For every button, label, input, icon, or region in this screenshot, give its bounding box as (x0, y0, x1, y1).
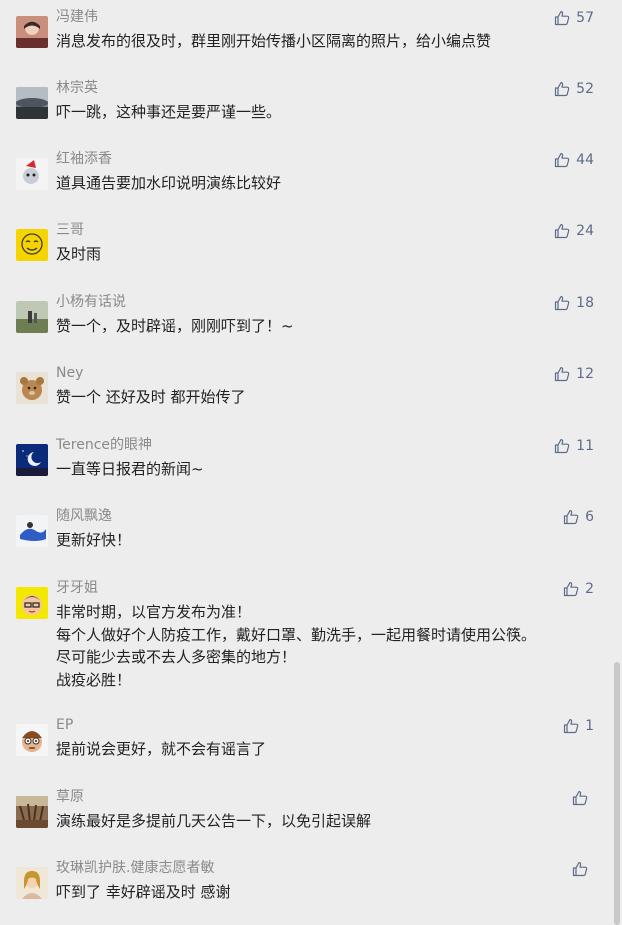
comment-text-line: 消息发布的很及时，群里刚开始传播小区隔离的照片，给小编点赞 (56, 32, 492, 50)
comment-author[interactable]: Ney (56, 365, 83, 381)
comment-text: 演练最好是多提前几天公告一下，以免引起误解 (56, 810, 596, 833)
thumbs-up-icon (563, 510, 579, 525)
like-button[interactable]: 57 (554, 8, 594, 28)
thumbs-up-icon (555, 11, 570, 26)
user-avatar[interactable] (16, 587, 48, 619)
comment-author[interactable]: 牙牙姐 (56, 580, 98, 596)
user-avatar[interactable] (16, 158, 48, 190)
comment-text-line: 吓到了 幸好辟谣及时 感谢 (56, 883, 231, 901)
comment-text-line: 吓一跳，这种事还是要严谨一些。 (56, 103, 282, 121)
user-avatar[interactable] (16, 87, 48, 119)
thumbs-up-icon (555, 82, 570, 97)
like-button[interactable]: 11 (554, 436, 594, 456)
thumbs-up-icon (555, 153, 570, 168)
like-count: 57 (576, 10, 594, 26)
like-count: 44 (576, 152, 594, 168)
comment-text: 及时雨 (56, 243, 596, 266)
user-avatar[interactable] (16, 444, 48, 476)
comment-text-line: 及时雨 (56, 245, 102, 263)
user-avatar[interactable] (16, 515, 48, 547)
comment-text: 消息发布的很及时，群里刚开始传播小区隔离的照片，给小编点赞 (56, 30, 596, 53)
thumbs-up-icon (555, 296, 570, 311)
comment-author[interactable]: 草原 (56, 789, 84, 805)
comment-author[interactable]: 随风飘逸 (56, 508, 112, 524)
comment-author[interactable]: 林宗英 (56, 80, 98, 96)
thumbs-up-icon (555, 439, 570, 454)
like-button[interactable]: 12 (554, 364, 594, 384)
comment-author[interactable]: Terence的眼神 (56, 437, 152, 453)
comment-text-line: 更新好快！ (56, 531, 132, 549)
comment-author[interactable]: 三哥 (56, 222, 84, 238)
comment-text: 提前说会更好，就不会有谣言了 (56, 738, 596, 761)
thumbs-up-icon (555, 224, 570, 239)
comment-author[interactable]: 冯建伟 (56, 9, 98, 25)
user-avatar[interactable] (16, 229, 48, 261)
thumbs-up-icon (563, 719, 579, 734)
user-avatar[interactable] (16, 724, 48, 756)
like-count: 1 (585, 718, 594, 734)
comment-text-line: 赞一个 还好及时 都开始传了 (56, 388, 246, 406)
thumbs-up-icon (572, 791, 588, 806)
comment-text: 一直等日报君的新闻~ (56, 458, 596, 481)
comment-text-line: 战疫必胜！ (56, 670, 132, 689)
like-button[interactable] (572, 788, 594, 808)
like-count: 24 (576, 223, 594, 239)
comment-text: 赞一个，及时辟谣，刚刚吓到了！~ (56, 315, 596, 338)
comment-text-line: 道具通告要加水印说明演练比较好 (56, 174, 282, 192)
comment-author[interactable]: 红袖添香 (56, 151, 112, 167)
thumbs-up-icon (563, 582, 579, 597)
thumbs-up-icon (555, 367, 570, 382)
like-count: 2 (585, 581, 594, 597)
like-count: 11 (576, 438, 594, 454)
comment-text-line: 非常时期，以官方发布为准！ (56, 603, 252, 621)
user-avatar[interactable] (16, 867, 48, 899)
comment-text: 吓到了 幸好辟谣及时 感谢 (56, 881, 596, 904)
comment-text: 吓一跳，这种事还是要严谨一些。 (56, 101, 596, 124)
thumbs-up-icon (572, 862, 588, 877)
like-button[interactable]: 6 (563, 507, 594, 527)
comment-author[interactable]: EP (56, 717, 73, 733)
like-button[interactable]: 24 (554, 221, 594, 241)
like-count: 18 (576, 295, 594, 311)
comment-text-line: 尽可能少去或不去人多密集的地方！ (56, 648, 297, 666)
comment-text-line: 提前说会更好，就不会有谣言了 (56, 740, 267, 758)
like-button[interactable]: 18 (554, 293, 594, 313)
comment-author[interactable]: 玫琳凯护肤.健康志愿者敏 (56, 860, 214, 876)
like-button[interactable]: 52 (554, 79, 594, 99)
comment-text-line: 演练最好是多提前几天公告一下，以免引起误解 (56, 812, 372, 830)
comment-text: 更新好快！ (56, 529, 596, 552)
like-count: 12 (576, 366, 594, 382)
like-button[interactable] (572, 859, 594, 879)
comment-text: 赞一个 还好及时 都开始传了 (56, 386, 596, 409)
like-count: 52 (576, 81, 594, 97)
like-button[interactable]: 2 (563, 579, 594, 599)
like-button[interactable]: 44 (554, 150, 594, 170)
comment-author[interactable]: 小杨有话说 (56, 294, 126, 310)
user-avatar[interactable] (16, 16, 48, 48)
like-count: 6 (585, 509, 594, 525)
user-avatar[interactable] (16, 372, 48, 404)
comment-text-line: 每个人做好个人防疫工作，戴好口罩、勤洗手，一起用餐时请使用公筷。 (56, 625, 537, 644)
comment-text: 道具通告要加水印说明演练比较好 (56, 172, 596, 195)
comment-text-line: 赞一个，及时辟谣，刚刚吓到了！~ (56, 317, 294, 335)
scrollbar[interactable] (614, 662, 620, 925)
comment-text: 非常时期，以官方发布为准！ 每个人做好个人防疫工作，戴好口罩、勤洗手，一起用餐时… (56, 601, 596, 691)
user-avatar[interactable] (16, 796, 48, 828)
comment-text-line: 一直等日报君的新闻~ (56, 460, 204, 478)
like-button[interactable]: 1 (563, 716, 594, 736)
user-avatar[interactable] (16, 301, 48, 333)
